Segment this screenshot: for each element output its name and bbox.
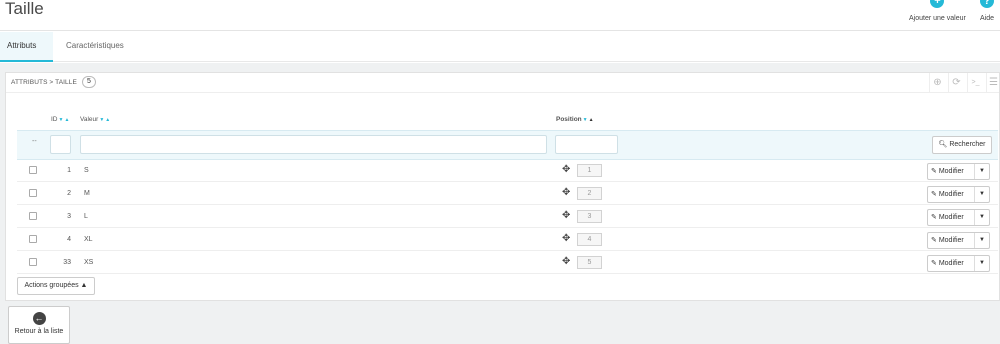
arrow-left-circle-icon: ← — [32, 312, 46, 325]
back-to-list-label: Retour à la liste — [14, 328, 64, 335]
row-checkbox[interactable] — [29, 212, 37, 220]
sort-desc-icon[interactable]: ▼ — [583, 117, 588, 123]
pencil-icon: ✎ — [931, 260, 937, 267]
sort-asc-icon[interactable]: ▲ — [589, 117, 594, 123]
panel-header: Attributs > Taille 5 ⊕ ⟳ >_ ☰ — [6, 73, 999, 93]
add-icon[interactable]: ⊕ — [931, 77, 944, 89]
tab-caracteristiques[interactable]: Caractéristiques — [59, 32, 131, 62]
row-checkbox[interactable] — [29, 258, 37, 266]
bulk-actions-button[interactable]: Actions groupées ▲ — [17, 277, 95, 295]
panel-title: Attributs > Taille — [11, 79, 77, 86]
row-id: 2 — [67, 190, 71, 197]
table-row: 3 L ✥ 3 ✎ Modifier ▼ — [17, 206, 998, 228]
chevron-down-icon[interactable]: ▼ — [974, 187, 989, 202]
row-id: 33 — [63, 259, 71, 266]
drag-handle-icon[interactable]: ✥ — [562, 164, 570, 175]
search-icon: 🔍︎ — [938, 141, 948, 148]
row-position: 5 — [577, 256, 602, 269]
main-content: Attributs > Taille 5 ⊕ ⟳ >_ ☰ ID▼▲ Valeu… — [0, 63, 1000, 344]
tab-attributs[interactable]: Attributs — [0, 32, 53, 62]
sort-asc-icon[interactable]: ▲ — [105, 117, 110, 123]
plus-circle-icon: + — [930, 0, 945, 8]
filter-row: -- 🔍︎ Rechercher — [17, 130, 998, 160]
filter-position-input[interactable] — [555, 135, 618, 154]
sort-desc-icon[interactable]: ▼ — [59, 117, 64, 123]
page-header: Taille + Ajouter une valeur ? Aide — [0, 0, 1000, 31]
table-row: 4 XL ✥ 4 ✎ Modifier ▼ — [17, 229, 998, 251]
column-header-value[interactable]: Valeur▼▲ — [80, 116, 110, 123]
toolbar-divider — [948, 73, 949, 93]
filter-bulk-placeholder: -- — [32, 138, 37, 145]
toolbar-divider — [929, 73, 930, 93]
page-title: Taille — [5, 0, 44, 18]
row-id: 4 — [67, 236, 71, 243]
drag-handle-icon[interactable]: ✥ — [562, 210, 570, 221]
count-badge: 5 — [82, 76, 96, 88]
table-row: 2 M ✥ 2 ✎ Modifier ▼ — [17, 183, 998, 205]
row-value: XL — [84, 236, 93, 243]
edit-button[interactable]: ✎ Modifier ▼ — [927, 255, 990, 272]
column-header-id[interactable]: ID▼▲ — [51, 116, 69, 123]
database-icon[interactable]: ☰ — [987, 77, 1000, 89]
tab-bar: Attributs Caractéristiques — [0, 32, 1000, 62]
table-row: 1 S ✥ 1 ✎ Modifier ▼ — [17, 160, 998, 182]
chevron-down-icon[interactable]: ▼ — [974, 164, 989, 179]
pencil-icon: ✎ — [931, 214, 937, 221]
toolbar-divider — [967, 73, 968, 93]
row-position: 3 — [577, 210, 602, 223]
row-value: M — [84, 190, 90, 197]
table-row: 33 XS ✥ 5 ✎ Modifier ▼ — [17, 252, 998, 274]
row-id: 1 — [67, 167, 71, 174]
filter-value-input[interactable] — [80, 135, 547, 154]
row-checkbox[interactable] — [29, 235, 37, 243]
row-value: XS — [84, 259, 94, 266]
chevron-down-icon[interactable]: ▼ — [974, 210, 989, 225]
add-value-label: Ajouter une valeur — [909, 15, 966, 22]
row-checkbox[interactable] — [29, 189, 37, 197]
pencil-icon: ✎ — [931, 191, 937, 198]
row-position: 1 — [577, 164, 602, 177]
edit-button[interactable]: ✎ Modifier ▼ — [927, 186, 990, 203]
column-header-position[interactable]: Position▼▲ — [556, 116, 594, 123]
filter-id-input[interactable] — [50, 135, 71, 154]
drag-handle-icon[interactable]: ✥ — [562, 233, 570, 244]
edit-button[interactable]: ✎ Modifier ▼ — [927, 232, 990, 249]
pencil-icon: ✎ — [931, 168, 937, 175]
sort-desc-icon[interactable]: ▼ — [99, 117, 104, 123]
chevron-down-icon[interactable]: ▼ — [974, 256, 989, 271]
attribute-values-panel: Attributs > Taille 5 ⊕ ⟳ >_ ☰ ID▼▲ Valeu… — [5, 72, 1000, 301]
search-button[interactable]: 🔍︎ Rechercher — [932, 136, 992, 154]
row-checkbox[interactable] — [29, 166, 37, 174]
row-value: S — [84, 167, 89, 174]
row-position: 4 — [577, 233, 602, 246]
row-id: 3 — [67, 213, 71, 220]
sort-asc-icon[interactable]: ▲ — [64, 117, 69, 123]
chevron-down-icon[interactable]: ▼ — [974, 233, 989, 248]
edit-button[interactable]: ✎ Modifier ▼ — [927, 163, 990, 180]
refresh-icon[interactable]: ⟳ — [950, 77, 963, 89]
edit-button[interactable]: ✎ Modifier ▼ — [927, 209, 990, 226]
help-label: Aide — [980, 15, 995, 22]
row-value: L — [84, 213, 88, 220]
add-value-button[interactable]: + Ajouter une valeur — [909, 0, 966, 22]
back-to-list-button[interactable]: ← Retour à la liste — [8, 306, 70, 344]
help-button[interactable]: ? Aide — [980, 0, 994, 22]
question-circle-icon: ? — [980, 0, 994, 8]
caret-up-icon: ▲ — [80, 282, 88, 289]
sql-query-icon[interactable]: >_ — [969, 77, 982, 89]
pencil-icon: ✎ — [931, 237, 937, 244]
drag-handle-icon[interactable]: ✥ — [562, 256, 570, 267]
drag-handle-icon[interactable]: ✥ — [562, 187, 570, 198]
row-position: 2 — [577, 187, 602, 200]
